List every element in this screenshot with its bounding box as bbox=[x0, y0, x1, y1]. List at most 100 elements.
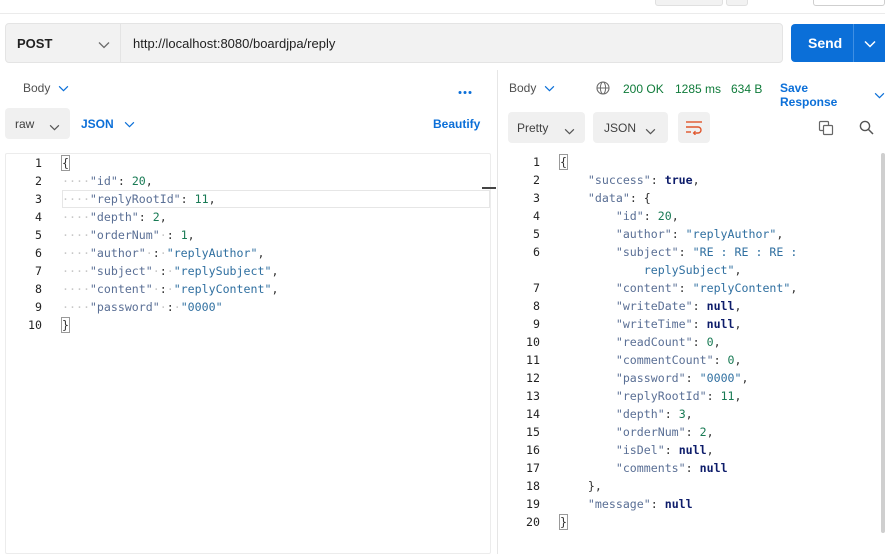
line-number: 17 bbox=[526, 461, 540, 475]
beautify-button[interactable]: Beautify bbox=[433, 117, 480, 131]
json-key: "orderNum" bbox=[615, 425, 686, 439]
json-key: "isDel" bbox=[615, 443, 665, 457]
json-value: "replyAuthor" bbox=[166, 246, 258, 260]
json-key: "id" bbox=[89, 174, 118, 188]
chevron-down-icon[interactable] bbox=[864, 37, 876, 51]
code-line: ····"subject"·:·"replySubject", bbox=[62, 264, 279, 278]
code-line: "depth": 3, bbox=[615, 407, 693, 421]
line-number: 4 bbox=[533, 209, 540, 223]
line-number: 13 bbox=[526, 389, 540, 403]
copy-icon[interactable] bbox=[818, 120, 834, 139]
chevron-down-icon bbox=[874, 88, 885, 102]
code-line: "readCount": 0, bbox=[615, 335, 721, 349]
request-bar: POST http://localhost:8080/boardjpa/repl… bbox=[5, 23, 783, 63]
json-key: "writeDate" bbox=[615, 299, 693, 313]
toolbar-button-partial[interactable] bbox=[813, 0, 885, 6]
line-number: 18 bbox=[526, 479, 540, 493]
json-value: "0000" bbox=[699, 371, 742, 385]
line-number: 4 bbox=[35, 210, 42, 224]
json-key: "password" bbox=[89, 300, 160, 314]
code-line: ····"password"·:·"0000" bbox=[62, 300, 223, 314]
json-value: null bbox=[706, 317, 735, 331]
chevron-down-icon bbox=[58, 81, 69, 95]
body-mode-label: raw bbox=[15, 117, 35, 131]
response-scrollbar[interactable] bbox=[881, 153, 885, 533]
code-line: ····"replyRootId": 11, bbox=[62, 192, 216, 206]
json-value: 20 bbox=[131, 174, 146, 188]
json-key: "content" bbox=[615, 281, 679, 295]
json-key: "password" bbox=[615, 371, 686, 385]
body-mode-select[interactable]: raw bbox=[5, 108, 70, 139]
line-number: 7 bbox=[533, 281, 540, 295]
json-value: "RE : RE : RE : bbox=[692, 245, 798, 259]
save-response-button[interactable]: Save Response bbox=[780, 81, 885, 109]
json-value: null bbox=[678, 443, 707, 457]
json-key: "content" bbox=[89, 282, 153, 296]
wrap-lines-icon bbox=[685, 120, 703, 138]
response-format-select[interactable]: JSON bbox=[593, 112, 668, 143]
view-mode-label: Pretty bbox=[517, 121, 549, 135]
body-format-label: JSON bbox=[81, 117, 114, 131]
method-label: POST bbox=[17, 35, 53, 51]
chevron-down-icon bbox=[49, 120, 60, 134]
code-line: } bbox=[559, 514, 568, 530]
json-key: "replyRootId" bbox=[89, 192, 181, 206]
chevron-down-icon bbox=[564, 124, 575, 138]
pane-divider[interactable] bbox=[497, 70, 498, 554]
code-line: ····"id": 20, bbox=[62, 174, 153, 188]
line-number: 12 bbox=[526, 371, 540, 385]
method-select[interactable]: POST bbox=[6, 24, 121, 62]
view-mode-select[interactable]: Pretty bbox=[508, 112, 585, 143]
code-line: "comments": null bbox=[615, 461, 728, 475]
json-key: "author" bbox=[89, 246, 146, 260]
json-key: "readCount" bbox=[615, 335, 693, 349]
json-value: 11 bbox=[720, 389, 735, 403]
save-response-label: Save Response bbox=[780, 81, 838, 109]
response-size[interactable]: 634 B bbox=[731, 82, 762, 96]
code-line: "data": { bbox=[587, 191, 651, 205]
toolbar-button-partial[interactable] bbox=[726, 0, 748, 6]
code-line: "commentCount": 0, bbox=[615, 353, 742, 367]
code-line: "author": "replyAuthor", bbox=[615, 227, 784, 241]
json-key: "author" bbox=[615, 227, 672, 241]
code-line: } bbox=[61, 317, 70, 333]
line-number: 8 bbox=[35, 282, 42, 296]
response-body-tab[interactable]: Body bbox=[509, 81, 555, 95]
json-value: "0000" bbox=[180, 300, 223, 314]
json-value: 0 bbox=[706, 335, 714, 349]
line-number: 6 bbox=[533, 245, 540, 259]
json-key: "success" bbox=[587, 173, 651, 187]
code-line: "orderNum": 2, bbox=[615, 425, 714, 439]
code-line: "id": 20, bbox=[615, 209, 679, 223]
request-body-editor[interactable]: 1 { 2 ····"id": 20, 3 ····"replyRootId": 11… bbox=[5, 153, 496, 554]
response-body-viewer[interactable]: 1 { 2 "success": true, 3 "data": { 4 "id"… bbox=[504, 153, 885, 554]
toolbar-button-partial[interactable] bbox=[655, 0, 723, 6]
code-line: "content": "replyContent", bbox=[615, 281, 798, 295]
line-number: 1 bbox=[35, 156, 42, 170]
globe-icon[interactable] bbox=[596, 81, 610, 98]
more-icon[interactable] bbox=[458, 84, 472, 98]
chevron-down-icon bbox=[98, 38, 110, 52]
code-line: { bbox=[61, 155, 70, 171]
send-button[interactable]: Send bbox=[791, 24, 885, 62]
body-format-select[interactable]: JSON bbox=[81, 117, 135, 131]
wrap-lines-button[interactable] bbox=[678, 112, 710, 143]
code-line: "writeTime": null, bbox=[615, 317, 742, 331]
request-body-tab-label: Body bbox=[23, 81, 51, 95]
line-number: 2 bbox=[35, 174, 42, 188]
request-body-tab[interactable]: Body bbox=[23, 81, 69, 95]
code-line-wrapped: replySubject", bbox=[643, 263, 742, 277]
url-input[interactable]: http://localhost:8080/boardjpa/reply bbox=[133, 36, 335, 51]
search-icon[interactable] bbox=[859, 120, 874, 138]
json-value: "replyContent" bbox=[692, 281, 791, 295]
json-key: "depth" bbox=[615, 407, 665, 421]
response-time[interactable]: 1285 ms bbox=[675, 82, 721, 96]
line-number: 3 bbox=[533, 191, 540, 205]
line-number: 16 bbox=[526, 443, 540, 457]
chevron-down-icon bbox=[544, 81, 555, 95]
code-line: }, bbox=[587, 479, 602, 493]
response-status[interactable]: 200 OK bbox=[623, 82, 664, 96]
code-line: "message": null bbox=[587, 497, 693, 511]
json-value: null bbox=[664, 497, 693, 511]
line-number: 8 bbox=[533, 299, 540, 313]
